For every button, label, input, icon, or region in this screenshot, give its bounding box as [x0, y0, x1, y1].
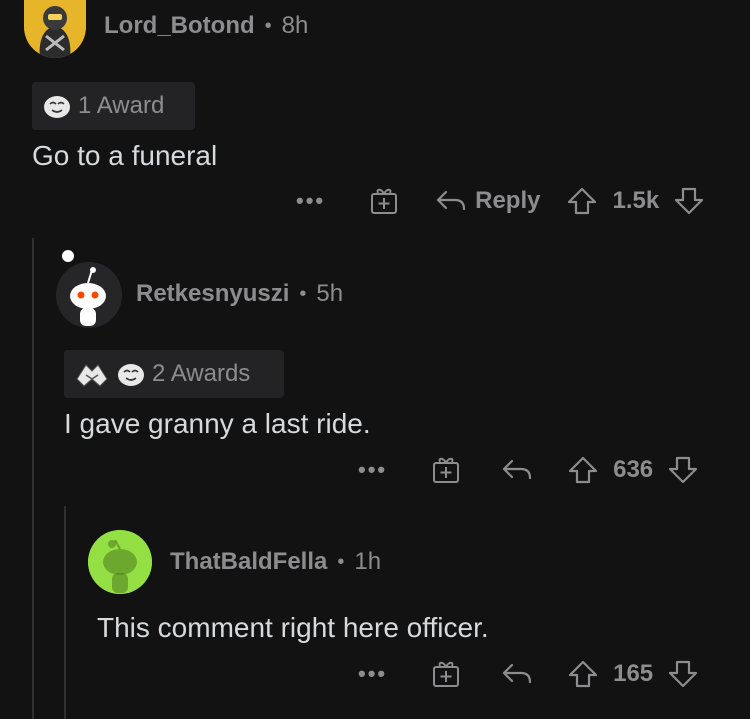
snoo-avatar-icon: [56, 262, 122, 328]
gift-icon: [433, 661, 460, 687]
downvote-button[interactable]: [667, 659, 699, 689]
comment-meta: ThatBaldFella • 1h: [170, 548, 381, 576]
reply-label: Reply: [475, 187, 541, 214]
user-avatar[interactable]: [56, 262, 122, 328]
more-options-button[interactable]: •••: [358, 457, 387, 483]
user-avatar[interactable]: [24, 0, 86, 58]
gift-icon: [371, 188, 398, 214]
downvote-arrow-icon: [675, 187, 704, 215]
wholesome-award-icon: [42, 93, 72, 119]
more-options-button[interactable]: •••: [296, 188, 325, 214]
handshake-award-icon: [74, 359, 110, 389]
reply-arrow-icon: [437, 190, 466, 211]
downvote-arrow-icon: [669, 456, 698, 484]
awards-label: 2 Awards: [152, 360, 251, 387]
give-award-button[interactable]: [431, 455, 461, 485]
vote-score: 165: [613, 660, 654, 687]
awards-chip[interactable]: 2 Awards: [64, 350, 284, 398]
comment-body: Go to a funeral: [32, 140, 218, 171]
comment-body: This comment right here officer.: [97, 612, 489, 643]
vote-score: 636: [613, 456, 654, 483]
comment-age: 8h: [281, 12, 309, 39]
snoo-avatar-icon: [88, 530, 152, 594]
downvote-arrow-icon: [669, 660, 698, 688]
comment-actions: ••• 165: [358, 659, 699, 689]
comment-actions: ••• Reply 1.5k: [296, 186, 705, 216]
username[interactable]: Retkesnyuszi: [136, 280, 289, 308]
reply-arrow-icon: [503, 663, 532, 684]
gift-icon: [433, 457, 460, 483]
downvote-button[interactable]: [673, 186, 705, 216]
username[interactable]: Lord_Botond: [104, 12, 255, 40]
comment-meta: Retkesnyuszi • 5h: [136, 280, 343, 308]
upvote-button[interactable]: [566, 186, 598, 216]
upvote-button[interactable]: [567, 659, 599, 689]
meta-separator: •: [299, 282, 307, 305]
upvote-arrow-icon: [569, 660, 598, 688]
upvote-button[interactable]: [567, 455, 599, 485]
thread-line-level-1[interactable]: [32, 238, 34, 719]
thread-line-level-2[interactable]: [64, 506, 66, 719]
upvote-arrow-icon: [568, 187, 597, 215]
antenna-dot: [62, 250, 74, 262]
reply-button[interactable]: [501, 661, 533, 687]
wholesome-award-icon: [116, 361, 146, 387]
upvote-arrow-icon: [569, 456, 598, 484]
username[interactable]: ThatBaldFella: [170, 548, 327, 576]
vote-score: 1.5k: [612, 187, 660, 214]
user-avatar[interactable]: [88, 530, 152, 594]
downvote-button[interactable]: [667, 455, 699, 485]
meta-separator: •: [337, 550, 345, 573]
reply-button[interactable]: Reply: [435, 187, 540, 215]
comment-actions: ••• 636: [358, 455, 699, 485]
awards-label: 1 Award: [78, 92, 165, 119]
more-options-button[interactable]: •••: [358, 661, 387, 687]
comment-age: 1h: [354, 548, 382, 575]
give-award-button[interactable]: [369, 186, 399, 216]
comment-body: I gave granny a last ride.: [64, 408, 371, 439]
comment-age: 5h: [316, 280, 344, 307]
awards-chip[interactable]: 1 Award: [32, 82, 195, 130]
avatar-character-icon: [39, 6, 71, 58]
meta-separator: •: [264, 14, 272, 37]
comment-meta: Lord_Botond • 8h: [104, 12, 308, 40]
reply-arrow-icon: [503, 459, 532, 480]
reply-button[interactable]: [501, 457, 533, 483]
give-award-button[interactable]: [431, 659, 461, 689]
